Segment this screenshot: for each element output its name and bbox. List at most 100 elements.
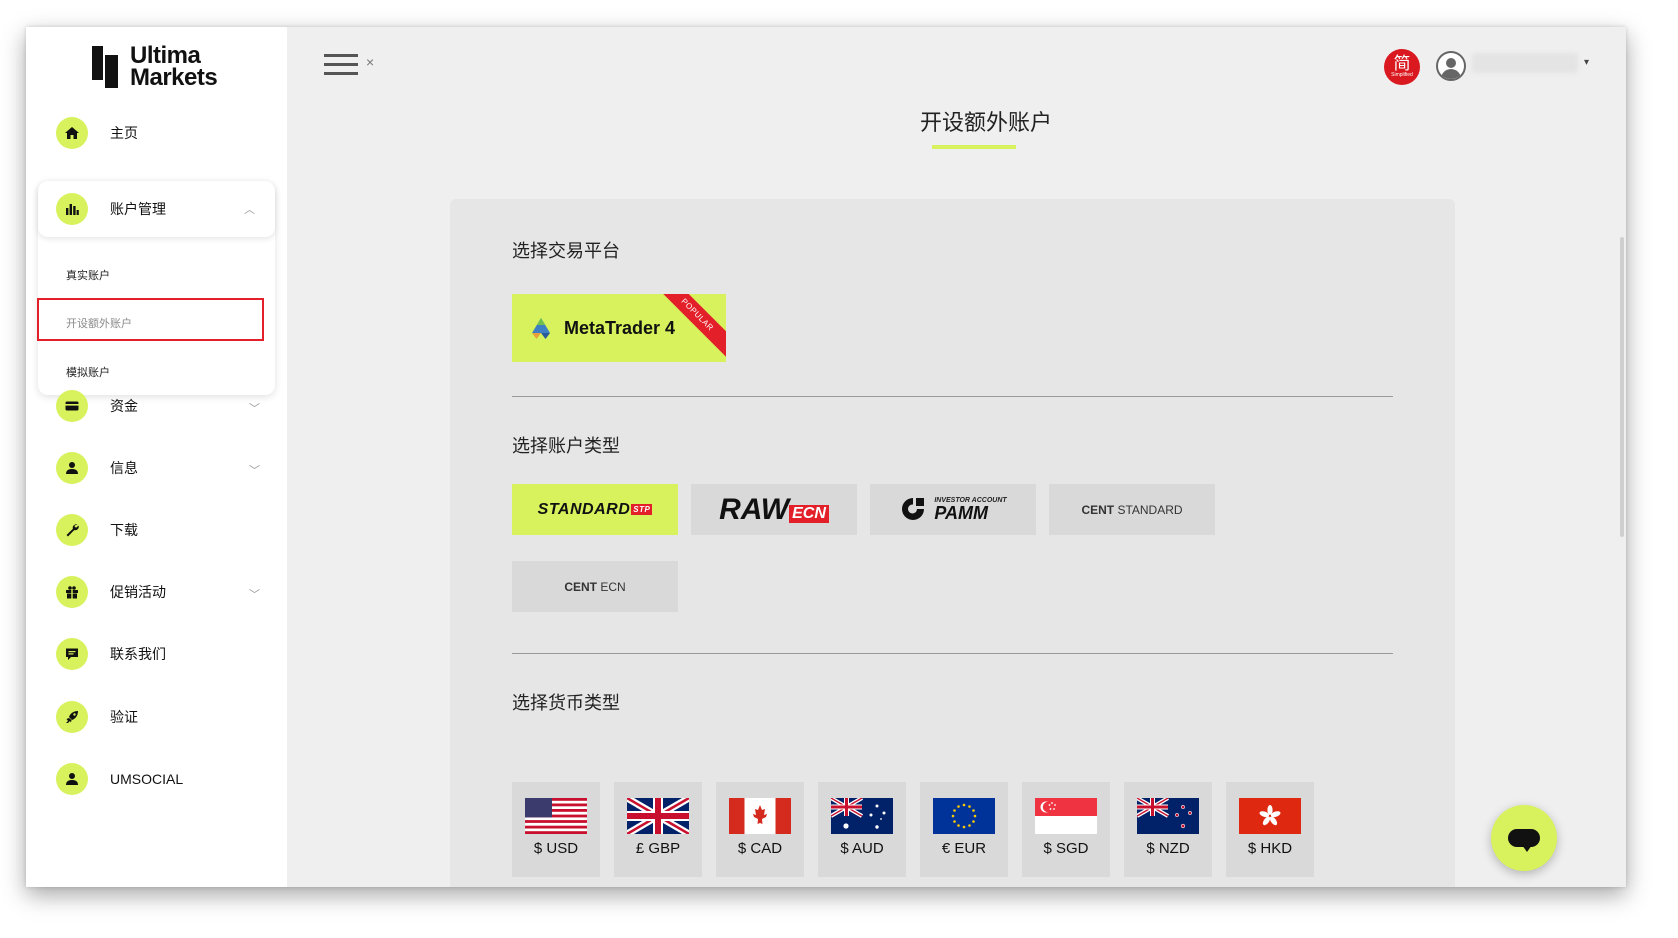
chevron-down-icon: ﹀ xyxy=(249,589,260,601)
page-title: 开设额外账户 xyxy=(919,110,1052,135)
user-name-redacted[interactable] xyxy=(1472,53,1578,73)
sidebar-item-contact-us[interactable]: 联系我们 xyxy=(56,630,280,678)
live-chat-button[interactable] xyxy=(1491,805,1557,871)
sidebar-item-label: 联系我们 xyxy=(110,646,166,662)
account-type-label: CENT STANDARD xyxy=(1081,502,1183,517)
currency-label: $ NZD xyxy=(1146,840,1190,857)
uk-flag-icon xyxy=(627,798,689,834)
account-type-label: STANDARD STP xyxy=(537,500,653,518)
sidebar-item-label: 账户管理 xyxy=(110,201,166,217)
currency-option-usd[interactable]: $ USD xyxy=(512,782,600,877)
currency-option-gbp[interactable]: £ GBP xyxy=(614,782,702,877)
brand-name: Ultima Markets xyxy=(130,44,218,91)
hk-flag-icon xyxy=(1239,798,1301,834)
sidebar-subitem-live-account[interactable]: 真实账户 xyxy=(66,267,110,283)
platform-option-mt4[interactable]: MetaTrader 4 POPULAR xyxy=(512,294,726,362)
ca-flag-icon xyxy=(729,798,791,834)
language-sub: Simplified xyxy=(1391,72,1413,78)
account-type-label: PAMM xyxy=(934,503,988,523)
sidebar-item-label: 下载 xyxy=(110,522,138,538)
section-divider xyxy=(512,396,1393,397)
platform-section-title: 选择交易平台 xyxy=(512,241,620,261)
currency-label: $ SGD xyxy=(1043,840,1089,857)
chat-icon xyxy=(1508,829,1540,852)
sidebar-item-home[interactable]: 主页 xyxy=(56,109,280,157)
chevron-down-icon: ﹀ xyxy=(249,465,260,477)
currency-label: € EUR xyxy=(941,840,987,857)
bar-chart-icon xyxy=(56,193,88,225)
account-type-cent-ecn[interactable]: CENT ECN xyxy=(512,561,678,612)
currency-label: $ CAD xyxy=(737,840,783,857)
stp-tag: STP xyxy=(631,503,653,515)
sidebar-item-account-management[interactable]: 账户管理 ︿ xyxy=(38,181,275,237)
account-type-label: CENT ECN xyxy=(564,579,626,594)
sidebar-item-label: 促销活动 xyxy=(110,584,166,600)
sidebar-item-label: UMSOCIAL xyxy=(110,771,184,787)
account-type-standard-stp[interactable]: STANDARD STP xyxy=(512,484,678,535)
account-form-card: 选择交易平台 MetaTrader 4 POPULAR 选择账户类型 STAND… xyxy=(450,199,1455,887)
sidebar-item-umsocial[interactable]: UMSOCIAL xyxy=(56,755,280,803)
sidebar-item-download[interactable]: 下载 xyxy=(56,506,280,554)
avatar[interactable] xyxy=(1436,51,1466,81)
sidebar-item-info[interactable]: 信息 ﹀ xyxy=(56,444,280,492)
metatrader-icon xyxy=(532,318,550,339)
title-underline xyxy=(932,145,1016,149)
us-flag-icon xyxy=(525,798,587,834)
sidebar: Ultima Markets 主页 账户管理 ︿ 真实账户 开设额外账户 模拟账… xyxy=(26,27,287,887)
sidebar-subitem-demo-account[interactable]: 模拟账户 xyxy=(66,364,110,380)
platform-label: MetaTrader 4 xyxy=(564,317,676,338)
currency-label: $ USD xyxy=(533,840,579,857)
account-management-group: 账户管理 ︿ 真实账户 开设额外账户 模拟账户 xyxy=(38,181,275,395)
account-type-section-title: 选择账户类型 xyxy=(512,436,620,456)
language-switch-button[interactable]: 简 Simplified xyxy=(1384,49,1420,85)
rocket-icon xyxy=(56,701,88,733)
close-icon[interactable]: × xyxy=(366,54,374,70)
brand-line-2: Markets xyxy=(130,64,218,91)
account-type-label: RAW ECN xyxy=(719,493,829,527)
wrench-icon xyxy=(56,514,88,546)
chevron-up-icon: ︿ xyxy=(244,204,255,216)
currency-section-title: 选择货币类型 xyxy=(512,693,620,713)
au-flag-icon xyxy=(831,798,893,834)
account-type-raw-ecn[interactable]: RAW ECN xyxy=(691,484,857,535)
sidebar-item-label: 资金 xyxy=(110,398,138,414)
sg-flag-icon xyxy=(1035,798,1097,834)
app-window: Ultima Markets 主页 账户管理 ︿ 真实账户 开设额外账户 模拟账… xyxy=(26,27,1626,887)
currency-option-cad[interactable]: $ CAD xyxy=(716,782,804,877)
eu-flag-icon xyxy=(933,798,995,834)
active-item-highlight xyxy=(37,298,264,341)
message-icon xyxy=(56,638,88,670)
currency-label: £ GBP xyxy=(635,840,681,857)
menu-toggle-button[interactable] xyxy=(324,54,358,76)
currency-option-hkd[interactable]: $ HKD xyxy=(1226,782,1314,877)
language-char: 简 xyxy=(1393,54,1411,73)
sidebar-item-funds[interactable]: 资金 ﹀ xyxy=(56,382,280,430)
ecn-tag: ECN xyxy=(789,504,829,523)
account-type-pamm[interactable]: INVESTOR ACCOUNT PAMM xyxy=(870,484,1036,535)
chevron-down-icon: ﹀ xyxy=(249,403,260,415)
sidebar-item-label: 主页 xyxy=(110,125,138,141)
wallet-icon xyxy=(56,390,88,422)
currency-option-aud[interactable]: $ AUD xyxy=(818,782,906,877)
brand-logo[interactable]: Ultima Markets xyxy=(92,44,218,91)
section-divider xyxy=(512,653,1393,654)
gift-icon xyxy=(56,576,88,608)
sidebar-item-label: 信息 xyxy=(110,460,138,476)
currency-option-nzd[interactable]: $ NZD xyxy=(1124,782,1212,877)
currency-option-sgd[interactable]: $ SGD xyxy=(1022,782,1110,877)
home-icon xyxy=(56,117,88,149)
currency-label: $ AUD xyxy=(840,840,884,857)
logo-mark-icon xyxy=(92,46,118,88)
caret-down-icon[interactable]: ▾ xyxy=(1584,57,1589,68)
sidebar-item-label: 验证 xyxy=(110,709,138,725)
user-icon xyxy=(56,452,88,484)
currency-label: $ HKD xyxy=(1247,840,1293,857)
nz-flag-icon xyxy=(1137,798,1199,834)
sidebar-item-promotions[interactable]: 促销活动 ﹀ xyxy=(56,568,280,616)
account-type-cent-standard[interactable]: CENT STANDARD xyxy=(1049,484,1215,535)
sidebar-item-verification[interactable]: 验证 xyxy=(56,693,280,741)
scrollbar[interactable] xyxy=(1620,237,1624,537)
pamm-logo-icon xyxy=(902,497,925,520)
currency-option-eur[interactable]: € EUR xyxy=(920,782,1008,877)
user-icon xyxy=(56,763,88,795)
